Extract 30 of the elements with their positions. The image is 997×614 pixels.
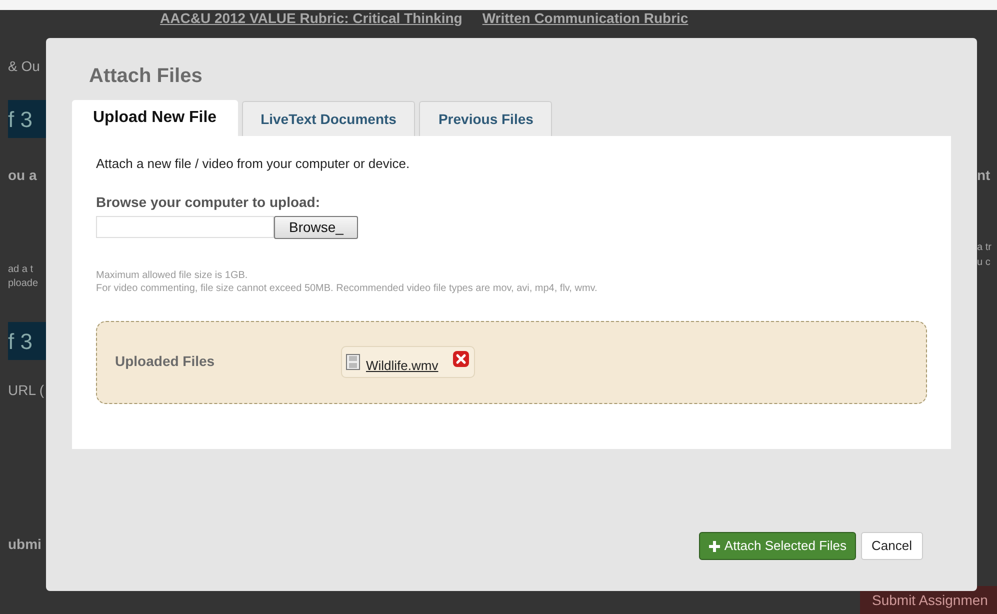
- page-text-fragment: & Ou: [8, 57, 41, 76]
- tab[interactable]: Previous Files: [419, 101, 552, 136]
- remove-icon[interactable]: [452, 350, 470, 368]
- page-text-fragment: URL (: [8, 381, 46, 400]
- page-text-fragment: a tr: [977, 241, 992, 253]
- page-text-fragment: ou a: [8, 166, 38, 185]
- tab[interactable]: Upload New File: [72, 100, 238, 136]
- rubric-link[interactable]: Written Communication Rubric: [482, 8, 688, 29]
- page-text-fragment: ad a t: [8, 263, 34, 275]
- page-text-fragment: u c: [977, 256, 992, 268]
- page-text-fragment: ploade: [8, 277, 40, 289]
- cancel-button[interactable]: Cancel: [860, 532, 923, 560]
- file-size-note: For video commenting, file size cannot exceed 50MB. Recommended video file types are mov, avi, mp4, flv, wmv.: [96, 282, 598, 294]
- uploaded-files-label: Uploaded Files: [115, 352, 216, 371]
- page-text-fragment: nt: [977, 166, 992, 185]
- dialog-title: Attach Files: [89, 64, 204, 88]
- browse-button[interactable]: Browse_: [274, 216, 358, 238]
- file-size-note: Maximum allowed file size is 1GB.: [96, 268, 249, 282]
- page-text-fragment: f 3: [8, 100, 48, 138]
- page-text-fragment: ubmi: [8, 535, 42, 554]
- tab[interactable]: LiveText Documents: [242, 101, 416, 136]
- film-icon: [346, 354, 360, 370]
- intro-text: Attach a new file / video from your computer or device.: [96, 155, 411, 173]
- page-text-fragment: f 3: [8, 322, 48, 360]
- file-path-field[interactable]: [96, 216, 274, 238]
- rubric-link[interactable]: AAC&U 2012 VALUE Rubric: Critical Thinking: [160, 8, 462, 29]
- attach-selected-files-button[interactable]: Attach Selected Files: [699, 532, 856, 560]
- browse-label: Browse your computer to upload:: [96, 192, 322, 212]
- plus-icon: [708, 540, 722, 552]
- file-link[interactable]: Wildlife.wmv: [366, 356, 438, 376]
